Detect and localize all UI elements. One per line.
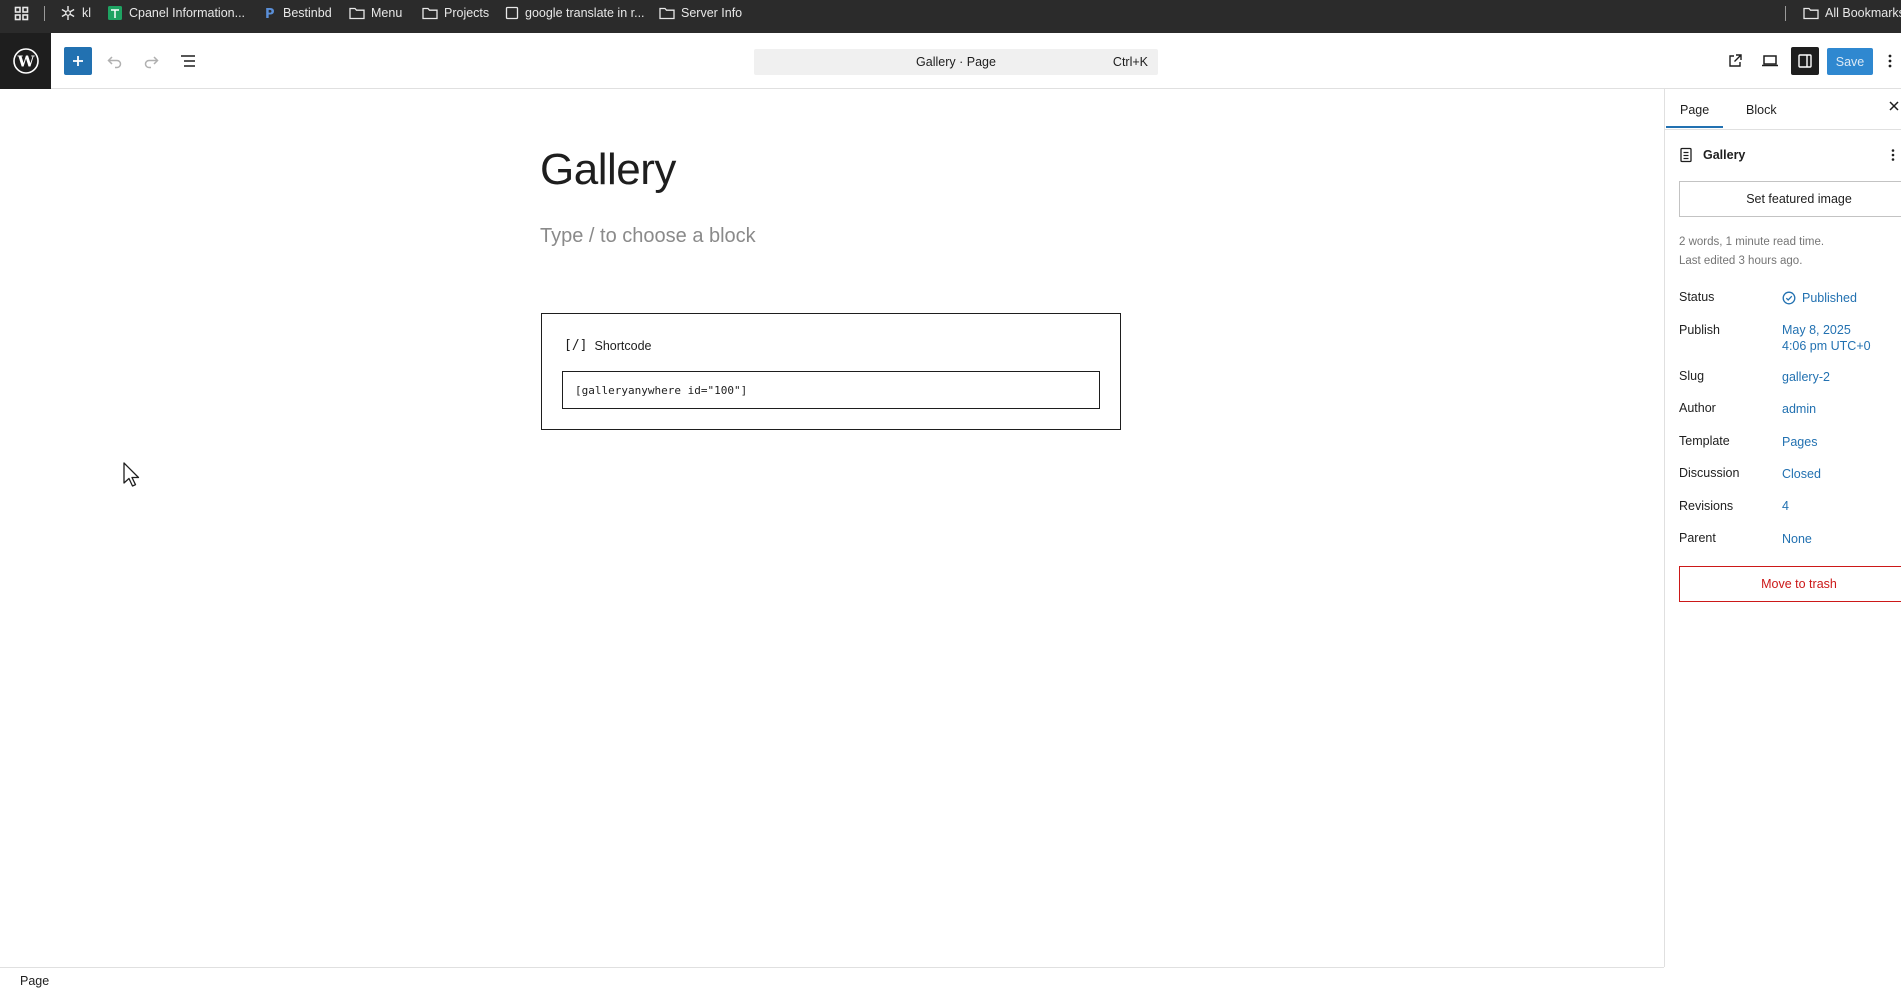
status-label: Status [1679, 290, 1715, 304]
svg-text:P: P [265, 7, 275, 21]
parent-value[interactable]: None [1782, 531, 1812, 547]
close-sidebar-button[interactable] [1888, 99, 1900, 117]
publish-date: May 8, 2025 [1782, 323, 1851, 337]
bookmark-label: Projects [444, 6, 490, 20]
editor-toolbar: W Gallery · Page Ctrl+K Save [0, 33, 1901, 89]
shortcode-block-header: [/] Shortcode [564, 338, 651, 353]
published-check-icon [1782, 291, 1796, 305]
mouse-pointer-icon [123, 462, 140, 487]
bookmark-label: Menu [371, 6, 403, 20]
folder-icon [349, 7, 365, 20]
last-edited-meta: Last edited 3 hours ago. [1679, 255, 1803, 267]
shortcode-block[interactable]: [/] Shortcode [galleryanywhere id="100"] [541, 313, 1121, 430]
view-page-button[interactable] [1721, 47, 1749, 75]
kebab-icon [1888, 54, 1892, 68]
redo-icon [144, 56, 159, 69]
page-icon [505, 6, 519, 20]
post-title[interactable]: Gallery [540, 145, 676, 195]
document-overview-button[interactable] [174, 47, 202, 75]
add-block-button[interactable] [64, 47, 92, 75]
block-appender-placeholder[interactable]: Type / to choose a block [540, 225, 756, 248]
folder-icon [422, 7, 438, 20]
document-summary: Gallery [1679, 147, 1745, 163]
bookmark-cpanel-information[interactable]: Cpanel Information... [107, 0, 245, 26]
svg-text:W: W [16, 53, 35, 71]
tab-page[interactable]: Page [1665, 103, 1724, 128]
shortcode-input[interactable]: [galleryanywhere id="100"] [562, 371, 1100, 409]
wordpress-icon: W [12, 48, 39, 74]
author-value[interactable]: admin [1782, 401, 1816, 417]
apps-grid-icon[interactable] [14, 0, 29, 26]
discussion-value[interactable]: Closed [1782, 466, 1821, 482]
shortcode-block-label: Shortcode [594, 338, 652, 353]
sidebar-icon [1798, 54, 1812, 68]
settings-sidebar-toggle[interactable] [1791, 47, 1819, 75]
redo-button[interactable] [137, 47, 165, 75]
move-to-trash-button[interactable]: Move to trash [1679, 566, 1901, 602]
bookmark-folder-menu[interactable]: Menu [349, 0, 402, 26]
template-label: Template [1679, 434, 1730, 448]
document-actions-button[interactable] [1891, 148, 1895, 167]
external-link-icon [1729, 54, 1742, 67]
sheets-icon [108, 6, 122, 20]
undo-icon [107, 56, 122, 69]
undo-button[interactable] [101, 47, 129, 75]
bookmark-label: Cpanel Information... [129, 6, 246, 20]
document-title-label: Gallery [1703, 148, 1746, 162]
publish-date-button[interactable]: May 8, 2025 4:06 pm UTC+0 [1782, 322, 1871, 354]
sidebar-tabs: Page Block [1665, 89, 1901, 130]
set-featured-image-button[interactable]: Set featured image [1679, 181, 1901, 217]
bookmark-folder-server-info[interactable]: Server Info [659, 0, 742, 26]
snowflake-icon [61, 6, 75, 20]
bookmarks-divider [1785, 6, 1786, 21]
folder-icon [1803, 7, 1819, 20]
editor-footer: Page [0, 967, 1664, 992]
publish-label: Publish [1679, 323, 1720, 337]
bookmark-label: Bestinbd [283, 6, 332, 20]
publish-time: 4:06 pm UTC+0 [1782, 339, 1871, 353]
kebab-icon [1891, 149, 1895, 161]
parent-label: Parent [1679, 531, 1716, 545]
p-logo-icon: P [265, 7, 275, 21]
status-value-button[interactable]: Published [1782, 290, 1857, 306]
slug-label: Slug [1679, 369, 1705, 383]
bookmark-label: google translate in r... [525, 6, 645, 20]
bookmark-kl[interactable]: kl [60, 0, 91, 26]
wordpress-logo-button[interactable]: W [0, 33, 51, 89]
plus-icon [73, 56, 83, 66]
keyboard-shortcut: Ctrl+K [1112, 55, 1148, 69]
bookmark-bestinbd[interactable]: P Bestinbd [263, 0, 332, 26]
bookmark-label: kl [82, 6, 92, 20]
settings-sidebar: Page Block Gallery Set featured image 2 … [1664, 89, 1901, 967]
author-label: Author [1679, 401, 1716, 415]
discussion-label: Discussion [1679, 466, 1740, 480]
desktop-preview-icon [1762, 55, 1778, 67]
tab-block[interactable]: Block [1746, 103, 1777, 117]
bookmarks-divider [44, 6, 45, 21]
bookmark-google-translate[interactable]: google translate in r... [505, 0, 645, 26]
close-icon [1889, 101, 1899, 111]
status-value: Published [1802, 291, 1857, 305]
command-palette-bar[interactable]: Gallery · Page Ctrl+K [754, 49, 1158, 75]
preview-button[interactable] [1756, 47, 1784, 75]
breadcrumb[interactable]: Page [20, 974, 49, 988]
all-bookmarks-label: All Bookmarks [1825, 6, 1901, 20]
all-bookmarks-folder[interactable]: All Bookmarks [1803, 0, 1901, 26]
folder-icon [659, 7, 675, 20]
revisions-label: Revisions [1679, 499, 1734, 513]
shortcode-icon: [/] [564, 338, 588, 353]
bookmarks-bar: kl Cpanel Information... P Bestinbd Menu… [0, 0, 1901, 33]
template-value[interactable]: Pages [1782, 434, 1817, 450]
document-title: Gallery · Page [916, 55, 996, 69]
word-count-meta: 2 words, 1 minute read time. [1679, 236, 1825, 248]
list-view-icon [181, 55, 195, 67]
bookmark-folder-projects[interactable]: Projects [422, 0, 489, 26]
revisions-value[interactable]: 4 [1782, 498, 1789, 514]
slug-value[interactable]: gallery-2 [1782, 369, 1830, 385]
page-document-icon [1680, 147, 1692, 163]
editor-canvas: Gallery Type / to choose a block [/] Sho… [0, 89, 1664, 967]
bookmark-label: Server Info [681, 6, 743, 20]
save-button[interactable]: Save [1827, 48, 1873, 75]
options-menu-button[interactable] [1881, 47, 1899, 75]
